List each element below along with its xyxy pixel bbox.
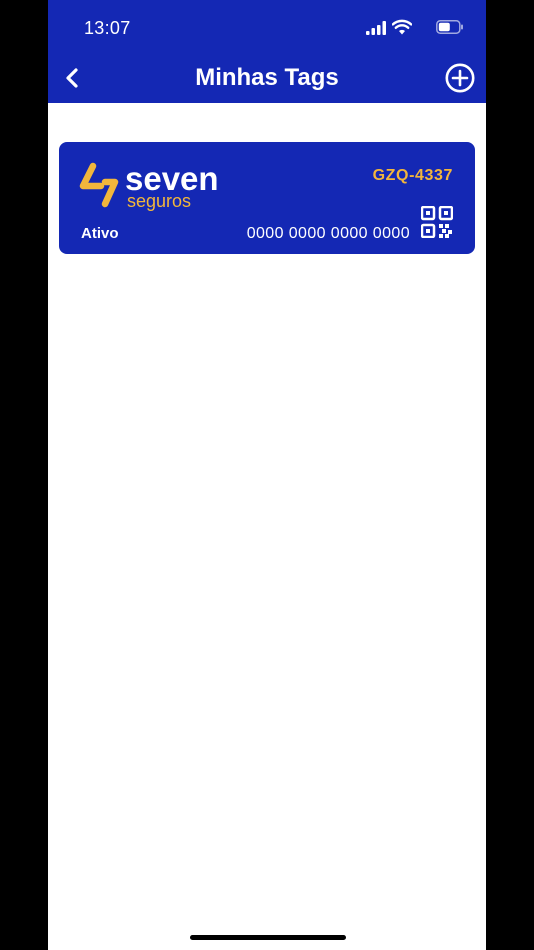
plate-number: GZQ-4337 xyxy=(372,167,453,184)
home-indicator xyxy=(190,935,346,940)
battery-icon xyxy=(436,20,463,34)
brand-sub: seguros xyxy=(127,191,191,211)
tag-card[interactable]: seven seguros GZQ-4337 Ativo 0000 0000 0… xyxy=(59,142,475,254)
tag-status: Ativo xyxy=(81,225,119,242)
qr-code-icon[interactable] xyxy=(421,206,453,238)
plus-circle-icon[interactable] xyxy=(444,62,476,94)
wifi-icon xyxy=(392,19,412,35)
page-title: Minhas Tags xyxy=(195,64,339,91)
tag-number: 0000 0000 0000 0000 xyxy=(246,225,410,242)
signal-icon xyxy=(366,21,386,35)
app-screen: 13:07 Minhas Tags seven seguros GZQ-4337… xyxy=(48,0,486,950)
status-time: 13:07 xyxy=(84,18,131,38)
seven-seguros-logo: seven seguros xyxy=(79,160,219,211)
app-header: 13:07 Minhas Tags xyxy=(48,0,486,103)
